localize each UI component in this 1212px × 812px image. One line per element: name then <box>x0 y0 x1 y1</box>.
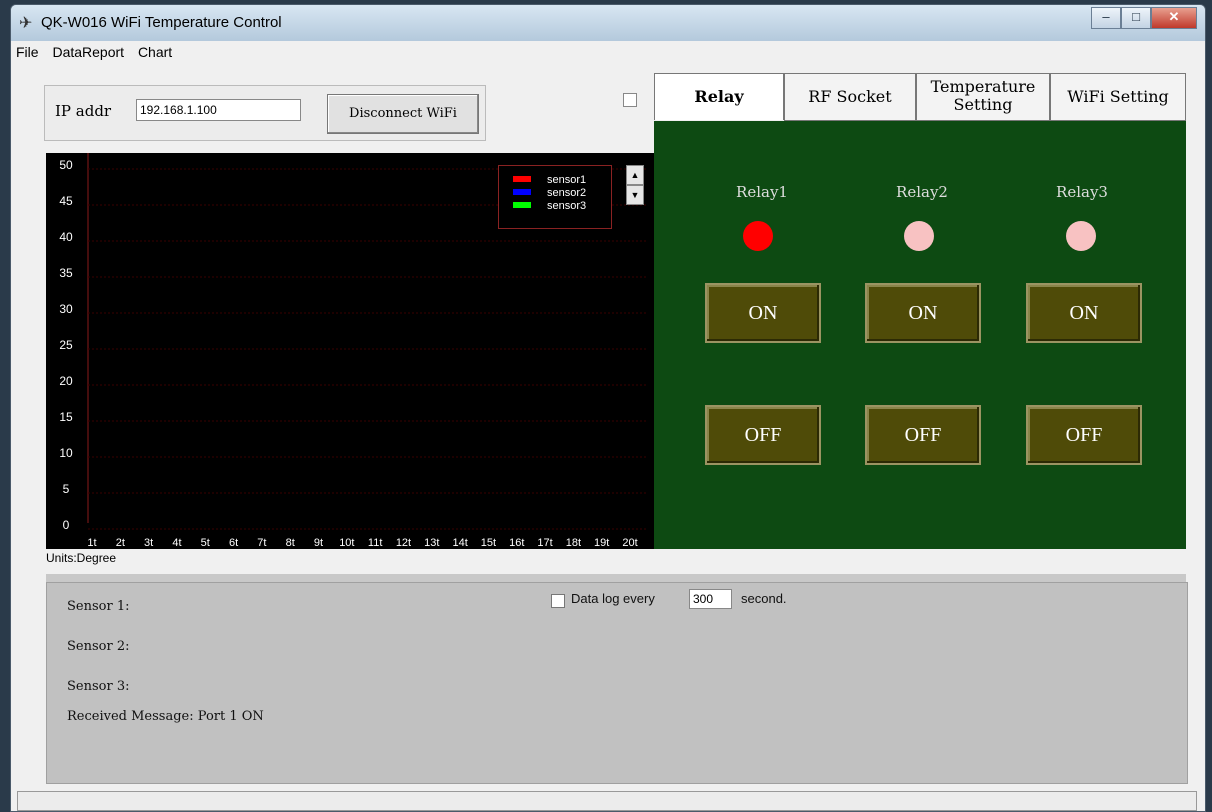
sensor1-readout: Sensor 1: <box>67 599 130 614</box>
app-icon: ✈ <box>19 15 33 32</box>
legend-svg: sensor1sensor2sensor3 <box>513 174 586 212</box>
relay1-on-button[interactable]: ON <box>705 283 821 343</box>
tab-relay[interactable]: Relay <box>654 73 784 120</box>
x-tick-label: 12t <box>396 537 411 549</box>
legend-swatch-sensor2 <box>513 189 531 195</box>
sensor2-readout: Sensor 2: <box>67 639 130 654</box>
client-area: IP addr 192.168.1.100 Disconnect WiFi 50… <box>11 63 1205 811</box>
y-tick-label: 0 <box>63 518 70 532</box>
x-tick-label: 1t <box>87 537 96 549</box>
x-tick-label: 9t <box>314 537 323 549</box>
scroll-up-icon[interactable]: ▲ <box>626 165 644 185</box>
data-log-checkbox[interactable] <box>551 594 565 608</box>
y-tick-label: 5 <box>63 482 70 496</box>
x-tick-label: 18t <box>566 537 581 549</box>
chart-checkbox[interactable] <box>623 93 637 107</box>
tab-wifi-setting[interactable]: WiFi Setting <box>1050 73 1186 121</box>
sensor-readout-panel: Sensor 1: Sensor 2: Sensor 3: Received M… <box>46 582 1188 784</box>
x-tick-label: 6t <box>229 537 238 549</box>
temperature-chart: 50 45 40 35 30 25 20 15 10 5 0 1t 2t 3t 4t 5t 6t 7t 8t 9t 10… <box>46 153 654 549</box>
x-tick-label: 4t <box>172 537 181 549</box>
legend-swatch-sensor1 <box>513 176 531 182</box>
data-log-interval-input[interactable]: 300 <box>689 589 732 609</box>
x-tick-label: 14t <box>452 537 467 549</box>
x-tick-label: 2t <box>116 537 125 549</box>
relay3-status-led <box>1066 221 1096 251</box>
x-tick-label: 15t <box>481 537 496 549</box>
units-label: Units:Degree <box>46 551 117 565</box>
ip-address-input[interactable]: 192.168.1.100 <box>136 99 301 121</box>
x-tick-label: 11t <box>368 537 382 549</box>
relay2-label: Relay2 <box>896 183 948 201</box>
ip-label: IP addr <box>55 102 112 120</box>
relay3-off-button[interactable]: OFF <box>1026 405 1142 465</box>
menu-chart[interactable]: Chart <box>133 41 177 60</box>
data-log-unit: second. <box>741 591 787 606</box>
control-panel: Relay RF Socket Temperature Setting WiFi… <box>654 73 1186 549</box>
splitter[interactable] <box>46 574 1186 582</box>
tab-temperature-setting[interactable]: Temperature Setting <box>916 73 1050 121</box>
x-tick-label: 8t <box>286 537 295 549</box>
y-tick-label: 35 <box>59 266 73 280</box>
relay1-status-led <box>743 221 773 251</box>
relay2-on-button[interactable]: ON <box>865 283 981 343</box>
y-tick-label: 10 <box>59 446 73 460</box>
y-tick-label: 20 <box>59 374 73 388</box>
x-tick-label: 19t <box>594 537 609 549</box>
tab-rf-socket[interactable]: RF Socket <box>784 73 916 121</box>
status-bar <box>17 791 1197 811</box>
y-tick-label: 25 <box>59 338 73 352</box>
window-title: QK-W016 WiFi Temperature Control <box>41 14 282 31</box>
maximize-icon[interactable]: □ <box>1121 7 1151 29</box>
legend-label-sensor2: sensor2 <box>547 187 586 199</box>
legend-label-sensor1: sensor1 <box>547 174 586 186</box>
chart-legend: sensor1 sensor2 sensor3 <box>498 165 612 229</box>
x-tick-label: 16t <box>509 537 524 549</box>
relay3-on-button[interactable]: ON <box>1026 283 1142 343</box>
menu-datareport[interactable]: DataReport <box>47 41 129 60</box>
y-tick-label: 40 <box>59 230 73 244</box>
legend-label-sensor3: sensor3 <box>547 200 586 212</box>
y-tick-label: 15 <box>59 410 73 424</box>
x-tick-label: 17t <box>537 537 552 549</box>
scroll-down-icon[interactable]: ▼ <box>626 185 644 205</box>
x-tick-label: 5t <box>201 537 210 549</box>
x-tick-label: 7t <box>257 537 266 549</box>
connection-group: IP addr 192.168.1.100 Disconnect WiFi <box>44 85 486 141</box>
y-tick-label: 50 <box>59 158 73 172</box>
title-bar[interactable]: ✈ QK-W016 WiFi Temperature Control – □ ✕ <box>11 5 1205 41</box>
relay3-label: Relay3 <box>1056 183 1108 201</box>
x-tick-label: 20t <box>622 537 637 549</box>
y-tick-label: 30 <box>59 302 73 316</box>
x-tick-label: 13t <box>424 537 439 549</box>
menu-bar: File DataReport Chart <box>11 41 1205 63</box>
relay2-status-led <box>904 221 934 251</box>
received-message: Received Message: Port 1 ON <box>67 709 264 724</box>
relay-panel: Relay1 Relay2 Relay3 ON ON ON OFF OFF OF… <box>654 121 1186 549</box>
app-window: ✈ QK-W016 WiFi Temperature Control – □ ✕… <box>10 4 1206 812</box>
relay2-off-button[interactable]: OFF <box>865 405 981 465</box>
sensor3-readout: Sensor 3: <box>67 679 130 694</box>
relay1-off-button[interactable]: OFF <box>705 405 821 465</box>
legend-scrollbar[interactable]: ▲ ▼ <box>626 165 644 205</box>
legend-swatch-sensor3 <box>513 202 531 208</box>
tab-temperature-setting-label: Temperature Setting <box>930 77 1036 114</box>
x-tick-label: 3t <box>144 537 153 549</box>
menu-file[interactable]: File <box>11 41 44 60</box>
minimize-icon[interactable]: – <box>1091 7 1121 29</box>
relay1-label: Relay1 <box>736 183 788 201</box>
y-tick-label: 45 <box>59 194 73 208</box>
window-controls: – □ ✕ <box>1091 7 1197 29</box>
data-log-label: Data log every <box>571 591 655 606</box>
close-icon[interactable]: ✕ <box>1151 7 1197 29</box>
x-tick-label: 10t <box>339 537 354 549</box>
disconnect-wifi-button[interactable]: Disconnect WiFi <box>327 94 479 134</box>
